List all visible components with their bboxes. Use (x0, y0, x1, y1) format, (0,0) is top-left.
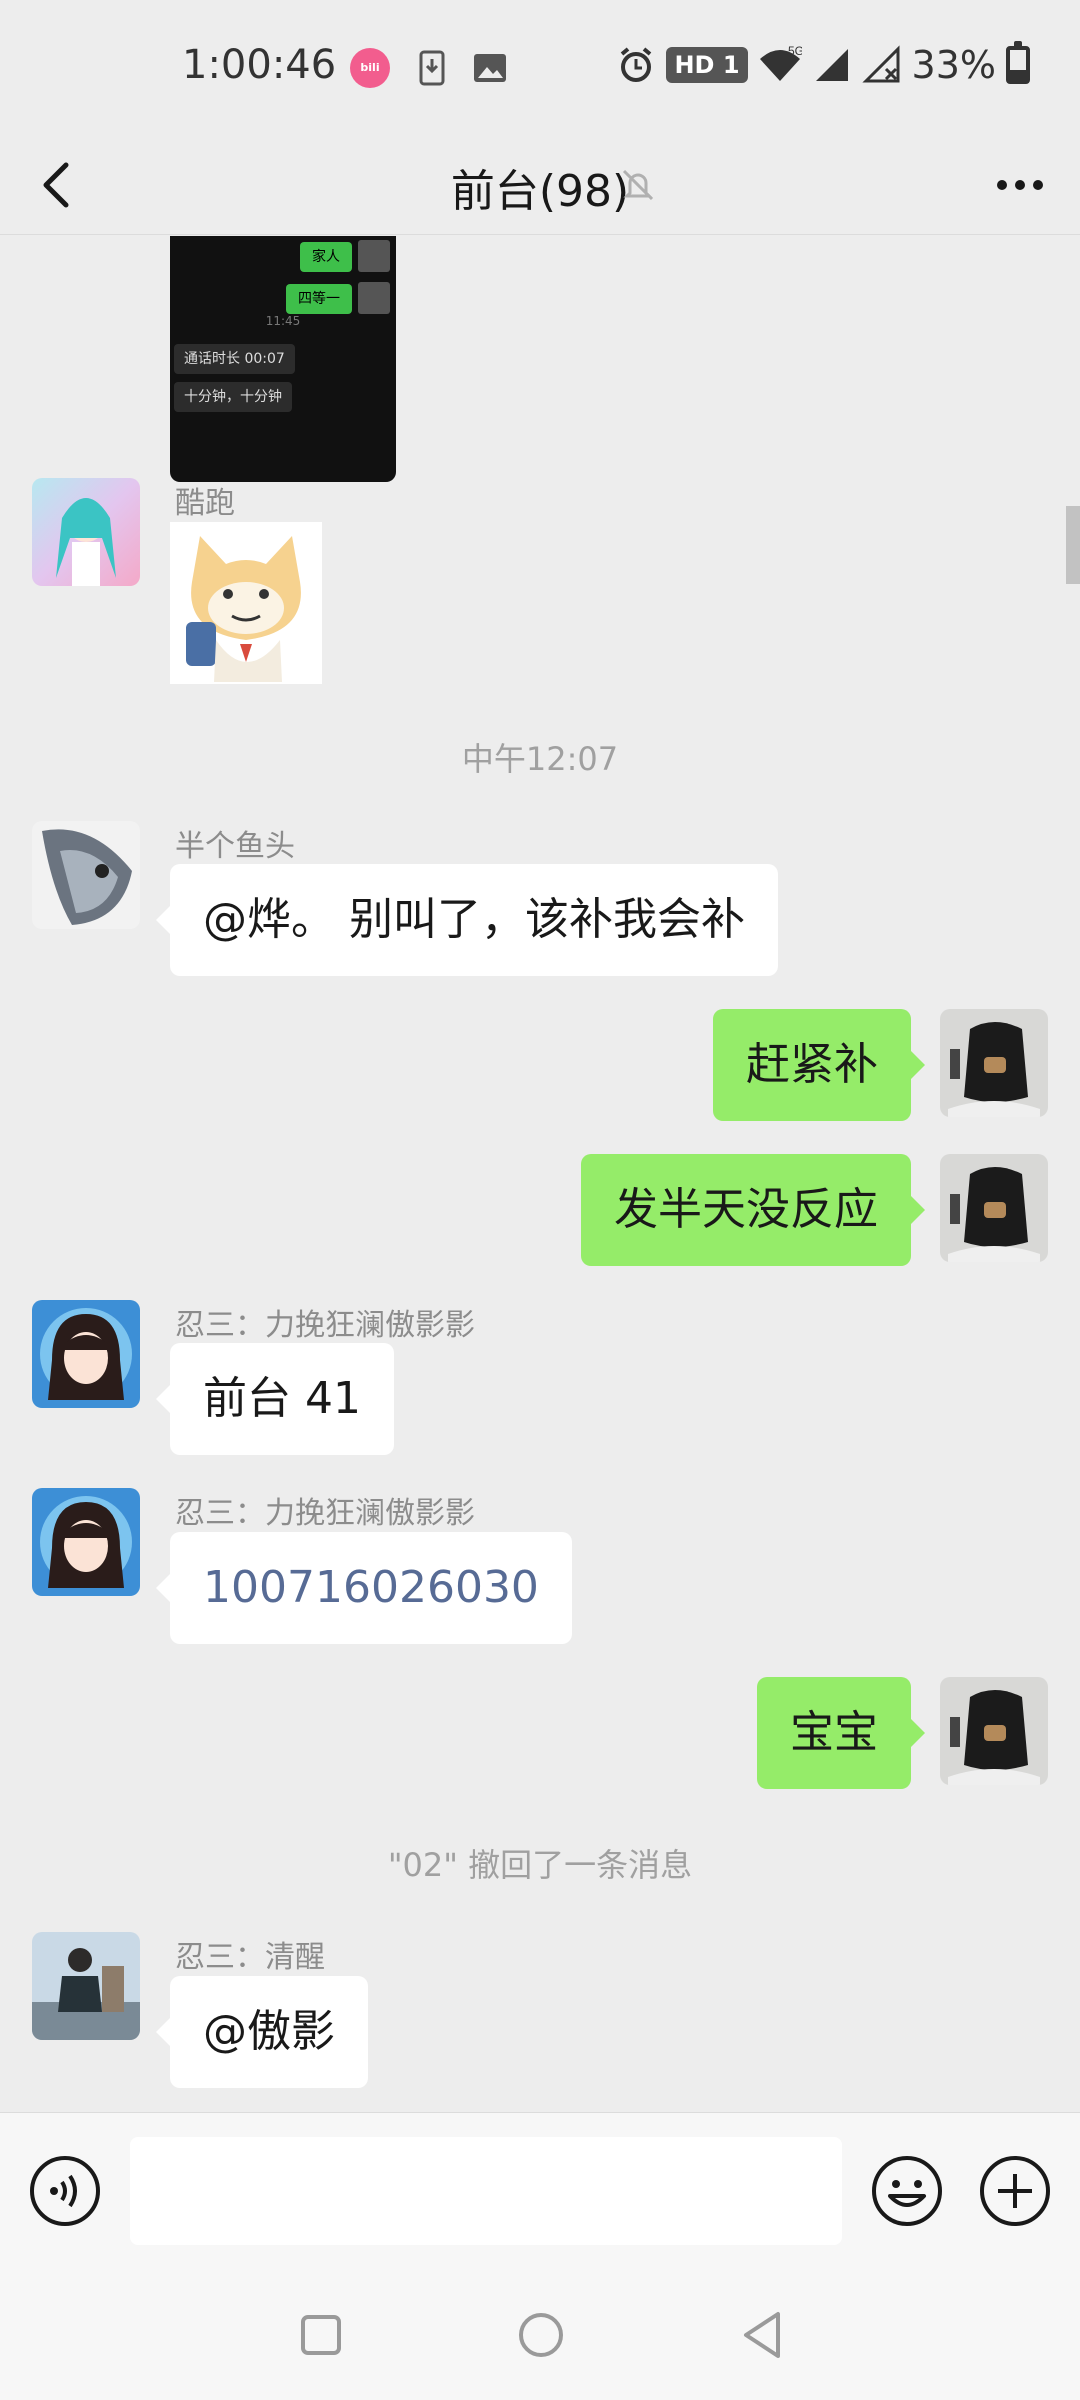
signal-icon (815, 49, 848, 81)
wifi-icon: 5G (759, 45, 802, 81)
message-bubble-self[interactable]: 宝宝 (757, 1677, 925, 1789)
message-bubble-self[interactable]: 发半天没反应 (581, 1154, 925, 1266)
gallery-icon (474, 54, 506, 82)
shot-time: 11:45 (265, 314, 301, 328)
mute-bell-icon (622, 169, 654, 201)
message-bubble[interactable]: @傲影 (156, 1976, 368, 2088)
message-bubble[interactable]: 前台 41 (156, 1343, 394, 1455)
plus-icon[interactable] (978, 2154, 1052, 2228)
status-bar: 1:00:46 bili HD 1 5G 33% (0, 0, 1080, 135)
scrollbar-thumb[interactable] (1066, 506, 1080, 584)
shot-dark-bubble: 通话时长 00:07 (174, 344, 295, 374)
emoji-icon[interactable] (870, 2154, 944, 2228)
recall-notice: "02" 撤回了一条消息 (387, 1846, 693, 1884)
avatar[interactable] (32, 1932, 140, 2040)
download-icon (419, 50, 445, 86)
sender-name: 忍三：力挽狂澜傲影影 (175, 1496, 475, 1531)
shot-green-bubble: 四等一 (286, 284, 352, 314)
shot-dark-bubble: 十分钟，十分钟 (174, 382, 292, 412)
recents-square-icon[interactable] (286, 2300, 356, 2370)
avatar[interactable] (32, 1488, 140, 1596)
battery-icon (1006, 41, 1030, 84)
status-time: 1:00:46 (182, 42, 337, 88)
home-circle-icon[interactable] (506, 2300, 576, 2370)
self-avatar[interactable] (940, 1677, 1048, 1785)
shot-avatar (358, 240, 390, 272)
more-dots-icon[interactable] (982, 147, 1058, 223)
avatar[interactable] (32, 821, 140, 929)
message-bubble-self[interactable]: 赶紧补 (713, 1009, 925, 1121)
avatar[interactable] (32, 1300, 140, 1408)
sender-name: 忍三：清醒 (175, 1940, 325, 1975)
bilibili-icon: bili (350, 48, 390, 88)
message-list[interactable]: 家人 四等一 11:45 通话时长 00:07 十分钟，十分钟 酷跑 中午12:… (0, 236, 1080, 2112)
time-separator: 中午12:07 (461, 740, 619, 778)
chat-title[interactable]: 前台(98) (0, 155, 1080, 219)
status-right-group: HD 1 5G 33% (616, 40, 1030, 90)
self-avatar[interactable] (940, 1009, 1048, 1117)
sender-name: 忍三：力挽狂澜傲影影 (175, 1308, 475, 1343)
voice-icon[interactable] (28, 2154, 102, 2228)
back-triangle-icon[interactable] (728, 2300, 798, 2370)
network-label: 5G (788, 45, 802, 58)
message-input[interactable] (130, 2137, 842, 2245)
sticker-image[interactable] (170, 522, 322, 684)
battery-percent: 33% (911, 43, 996, 87)
system-nav-bar (0, 2270, 1080, 2400)
sender-name: 酷跑 (175, 486, 235, 521)
self-avatar[interactable] (940, 1154, 1048, 1262)
chat-header: 前台(98) (0, 135, 1080, 235)
hd-badge: HD 1 (666, 47, 748, 83)
avatar[interactable] (32, 478, 140, 586)
alarm-icon (621, 47, 652, 82)
message-bubble[interactable]: @烨。 别叫了，该补我会补 (156, 864, 778, 976)
sender-name: 半个鱼头 (175, 829, 295, 864)
shot-avatar (358, 282, 390, 314)
message-bubble-number-link[interactable]: 100716026030 (156, 1532, 572, 1644)
input-bar (0, 2112, 1080, 2270)
no-signal-icon (861, 45, 900, 83)
shot-green-bubble: 家人 (300, 242, 352, 272)
chat-image-screenshot[interactable]: 家人 四等一 11:45 通话时长 00:07 十分钟，十分钟 (170, 236, 396, 482)
